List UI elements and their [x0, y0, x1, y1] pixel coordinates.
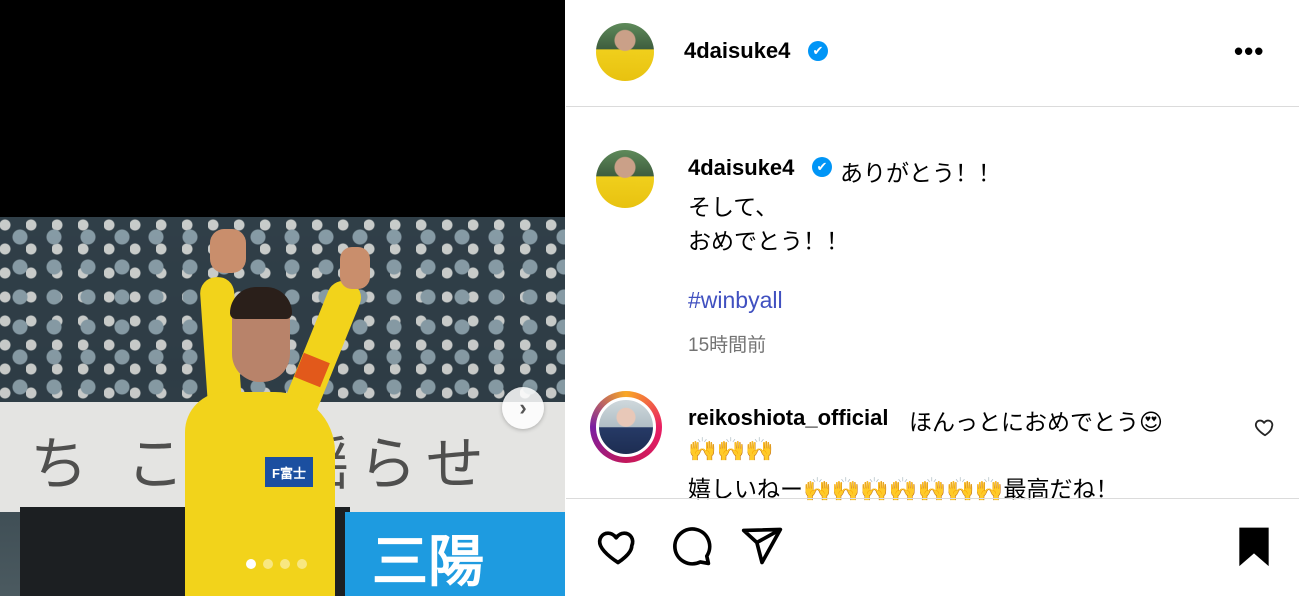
post-header: 4daisuke4 ✔ ••• — [566, 0, 1299, 107]
chevron-right-icon: › — [519, 395, 527, 420]
commenter-username[interactable]: reikoshiota_official — [688, 405, 889, 431]
caption-author-username[interactable]: 4daisuke4 — [688, 155, 794, 181]
comment-like-heart-icon[interactable] — [1254, 416, 1276, 438]
carousel-dot-4 — [297, 559, 307, 569]
caption-verified-badge-icon: ✔ — [812, 157, 832, 177]
author-avatar[interactable] — [596, 23, 654, 81]
divider — [566, 498, 1299, 499]
carousel-dot-1 — [246, 559, 256, 569]
post-side-panel: 4daisuke4 ✔ ••• 4daisuke4 ✔ ありがとう！！ そして、… — [566, 0, 1299, 596]
next-slide-button[interactable]: › — [502, 387, 544, 429]
carousel-dot-2 — [263, 559, 273, 569]
comment-line-1: ほんっとにおめでとう😍 — [909, 409, 1163, 435]
ad-board-text: 三陽 — [372, 530, 484, 595]
player-right-fist — [340, 247, 370, 289]
comment-icon[interactable] — [669, 524, 713, 568]
post-photo: ち こ を揺らせ 三陽 F富士 — [0, 217, 565, 596]
bookmark-icon[interactable] — [1232, 524, 1276, 568]
heart-icon[interactable] — [596, 524, 640, 568]
share-icon[interactable] — [740, 524, 784, 568]
verified-badge-icon: ✔ — [808, 41, 828, 61]
caption-line-1: ありがとう！！ — [840, 160, 1001, 186]
hashtag-link[interactable]: #winbyall — [688, 287, 783, 314]
post-media: ち こ を揺らせ 三陽 F富士 › — [0, 0, 565, 596]
carousel-dot-3 — [280, 559, 290, 569]
comment-line-2: 🙌🙌🙌 — [688, 436, 774, 462]
jersey-sponsor: F富士 — [265, 457, 313, 487]
carousel-indicators — [246, 559, 307, 569]
caption-line-2: そして、 — [688, 194, 779, 220]
caption-author-avatar[interactable] — [596, 150, 654, 208]
commenter-avatar[interactable] — [596, 397, 656, 457]
more-options-icon[interactable]: ••• — [1234, 36, 1264, 67]
player-left-fist — [210, 229, 246, 273]
author-username[interactable]: 4daisuke4 — [684, 38, 790, 64]
caption-line-3: おめでとう！！ — [688, 228, 849, 254]
post-timestamp: 15時間前 — [688, 335, 767, 356]
